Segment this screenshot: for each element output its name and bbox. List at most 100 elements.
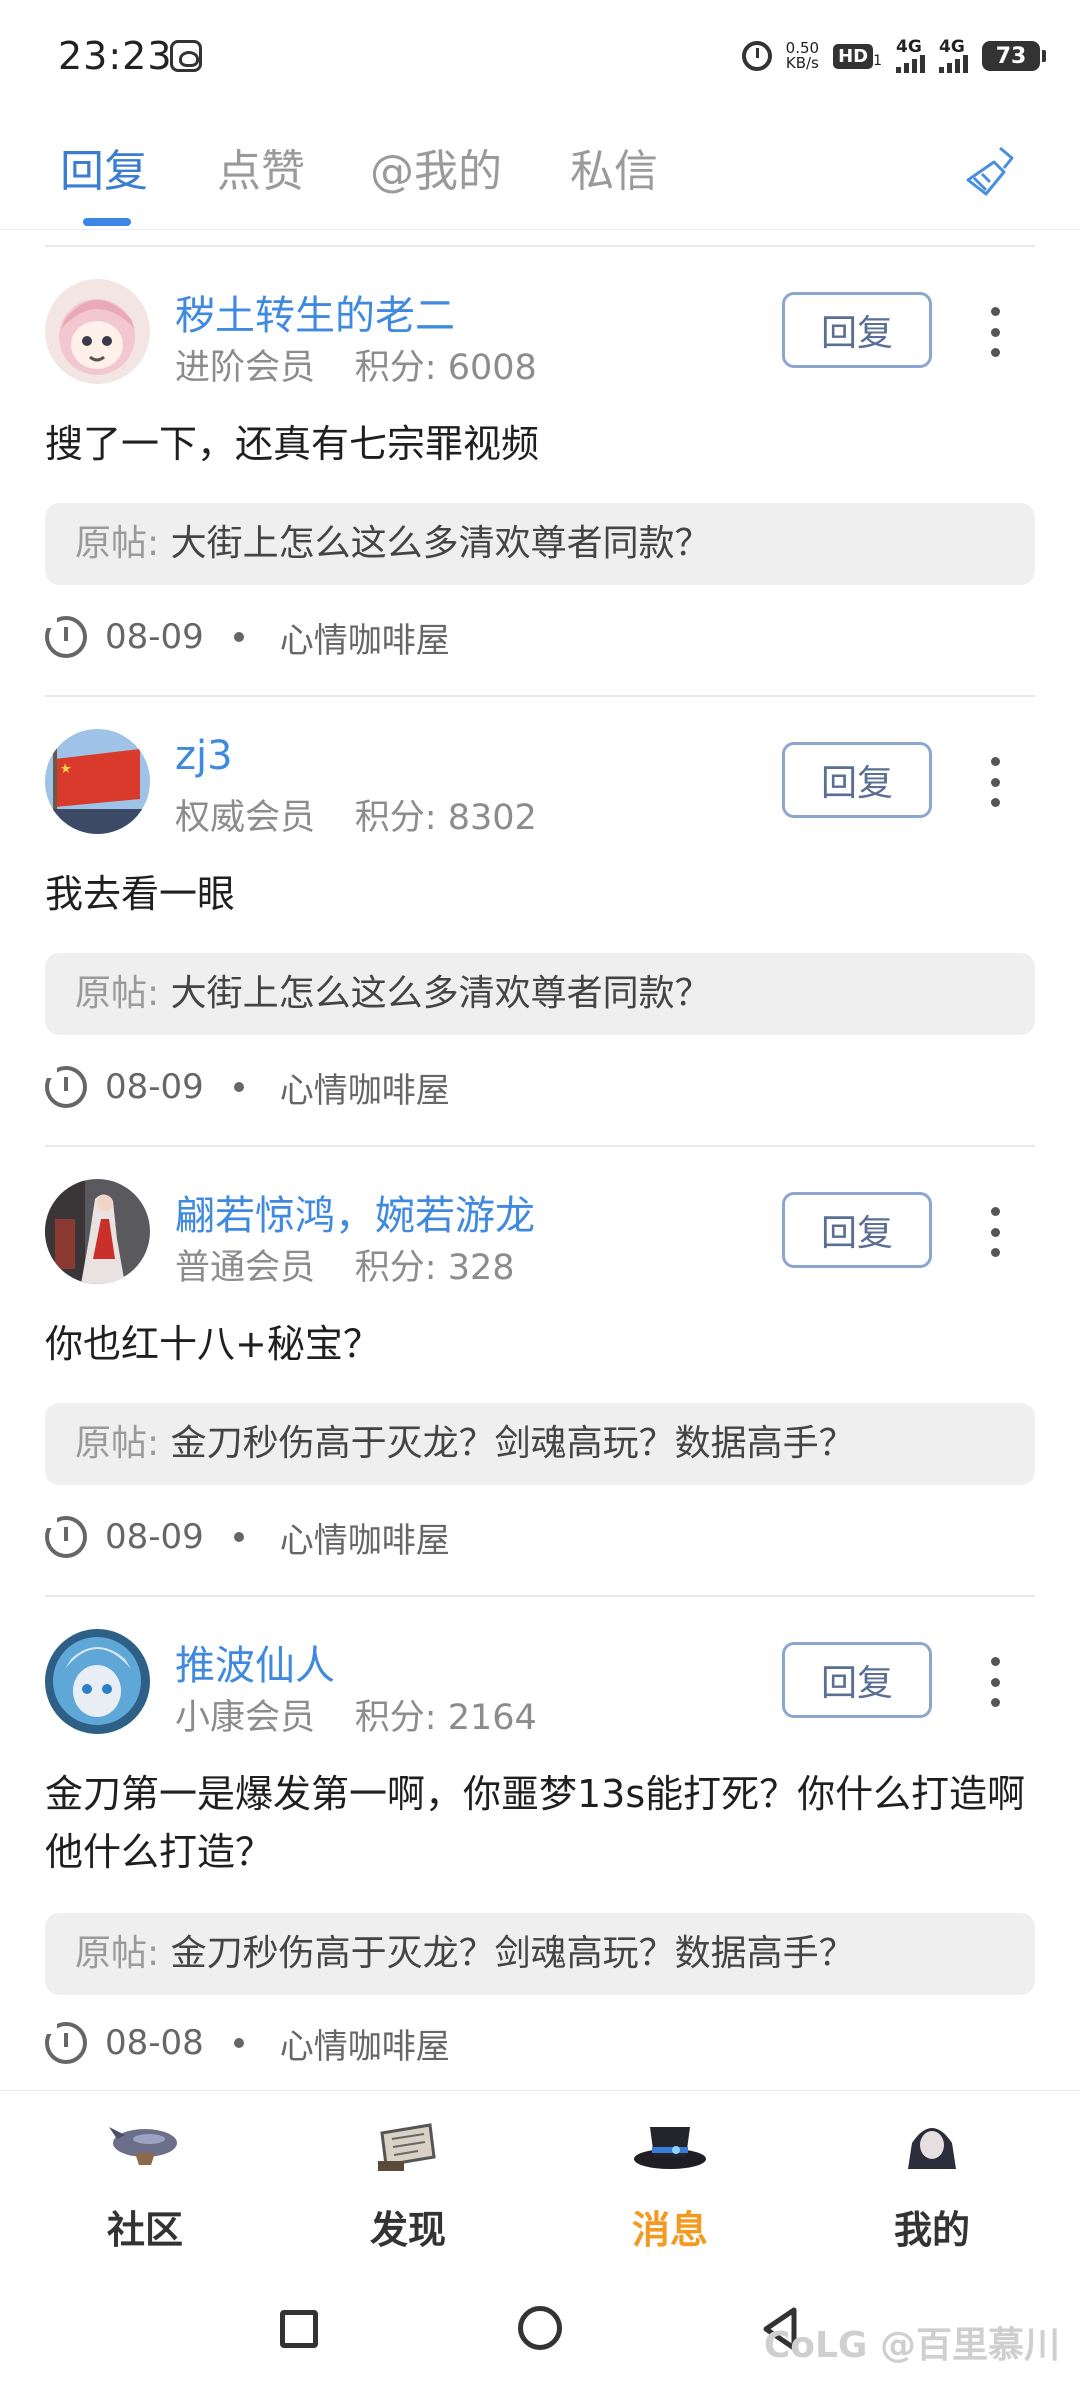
- board-name[interactable]: 心情咖啡屋: [280, 1513, 450, 1562]
- board-name[interactable]: 心情咖啡屋: [280, 613, 450, 662]
- reply-item[interactable]: 翩若惊鸿，婉若游龙 普通会员 积分: 328 回复 你也红十八+秘宝？ 原帖: …: [45, 1147, 1035, 1595]
- watermark: CoLG @百里慕川: [763, 2325, 1060, 2366]
- nav-label: 社区: [106, 2208, 183, 2252]
- username[interactable]: zj3: [175, 733, 233, 779]
- original-post-quote[interactable]: 原帖: 大街上怎么这么多清欢尊者同款？: [45, 503, 1035, 585]
- system-navigation-bar: CoLG @百里慕川: [0, 2280, 1080, 2400]
- score-label: 积分:: [354, 1248, 437, 1288]
- nav-label: 我的: [893, 2208, 970, 2252]
- score-value: 8302: [447, 798, 537, 838]
- board-name[interactable]: 心情咖啡屋: [280, 1063, 450, 1112]
- home-icon[interactable]: [518, 2306, 562, 2350]
- nav-discover[interactable]: 发现: [318, 2113, 498, 2254]
- avatar[interactable]: [45, 279, 150, 384]
- tab-likes[interactable]: 点赞: [217, 135, 305, 199]
- post-footer: 08-09 心情咖啡屋: [45, 1057, 450, 1117]
- clock-icon: [45, 616, 87, 658]
- user-meta: 权威会员 积分: 8302: [175, 789, 537, 840]
- clock-icon: [45, 1066, 87, 1108]
- reply-list: 秽土转生的老二 进阶会员 积分: 6008 回复 搜了一下，还真有七宗罪视频 原…: [45, 245, 1035, 2107]
- board-name[interactable]: 心情咖啡屋: [280, 2019, 450, 2068]
- scroll-icon: [378, 2123, 436, 2171]
- member-level: 小康会员: [175, 1698, 316, 1738]
- more-options-icon[interactable]: [988, 757, 1002, 807]
- status-time: 23:23: [58, 34, 173, 78]
- member-level: 权威会员: [175, 798, 316, 838]
- reply-item[interactable]: 推波仙人 小康会员 积分: 2164 回复 金刀第一是爆发第一啊，你噩梦13s能…: [45, 1597, 1035, 2107]
- more-options-icon[interactable]: [988, 307, 1002, 357]
- member-level: 普通会员: [175, 1248, 316, 1288]
- post-date: 08-09: [105, 1517, 204, 1557]
- quote-label: 原帖:: [75, 973, 160, 1014]
- post-date: 08-09: [105, 617, 204, 657]
- signal-bars-icon: [896, 55, 925, 73]
- user-meta: 小康会员 积分: 2164: [175, 1689, 537, 1740]
- quote-label: 原帖:: [75, 1423, 160, 1464]
- score-label: 积分:: [354, 1698, 437, 1738]
- quote-label: 原帖:: [75, 1933, 160, 1974]
- original-post-quote[interactable]: 原帖: 金刀秒伤高于灭龙？剑魂高玩？数据高手？: [45, 1403, 1035, 1485]
- quote-text: 大街上怎么这么多清欢尊者同款？: [170, 523, 711, 564]
- username[interactable]: 翩若惊鸿，婉若游龙: [175, 1183, 535, 1241]
- username[interactable]: 秽土转生的老二: [175, 283, 455, 341]
- airship-icon: [109, 2127, 177, 2165]
- separator-dot: [233, 632, 244, 642]
- network-speed-unit: KB/s: [785, 54, 819, 72]
- member-level: 进阶会员: [175, 348, 316, 388]
- separator-dot: [233, 1082, 244, 1092]
- user-meta: 进阶会员 积分: 6008: [175, 339, 537, 390]
- more-options-icon[interactable]: [988, 1657, 1002, 1707]
- network-speed: 0.50 KB/s: [786, 41, 819, 71]
- clock-icon: [45, 1516, 87, 1558]
- recent-apps-icon[interactable]: [280, 2310, 318, 2348]
- nav-label: 发现: [369, 2208, 446, 2252]
- quote-text: 金刀秒伤高于灭龙？剑魂高玩？数据高手？: [170, 1933, 855, 1974]
- reply-button[interactable]: 回复: [782, 1642, 932, 1718]
- signal-1-label: 4G: [896, 37, 922, 57]
- hd-indicator: HD 1: [833, 43, 882, 69]
- separator-dot: [233, 2038, 244, 2048]
- reply-content: 搜了一下，还真有七宗罪视频: [45, 422, 540, 466]
- quote-label: 原帖:: [75, 523, 160, 564]
- post-footer: 08-08 心情咖啡屋: [45, 2013, 450, 2073]
- reply-content: 金刀第一是爆发第一啊，你噩梦13s能打死？你什么打造啊他什么打造？: [45, 1772, 1026, 1874]
- nav-messages[interactable]: 消息: [580, 2113, 760, 2254]
- tab-reply[interactable]: 回复: [60, 135, 148, 199]
- tab-mentions[interactable]: @我的: [370, 135, 502, 199]
- reply-item[interactable]: 秽土转生的老二 进阶会员 积分: 6008 回复 搜了一下，还真有七宗罪视频 原…: [45, 247, 1035, 695]
- original-post-quote[interactable]: 原帖: 金刀秒伤高于灭龙？剑魂高玩？数据高手？: [45, 1913, 1035, 1995]
- clear-broom-icon[interactable]: [960, 142, 1020, 202]
- score-value: 6008: [447, 348, 537, 388]
- nav-label: 消息: [631, 2208, 708, 2252]
- post-footer: 08-09 心情咖啡屋: [45, 607, 450, 667]
- reply-button[interactable]: 回复: [782, 292, 932, 368]
- nav-profile[interactable]: 我的: [842, 2113, 1022, 2254]
- signal-2-label: 4G: [939, 37, 965, 57]
- nav-community[interactable]: 社区: [55, 2113, 235, 2254]
- score-label: 积分:: [354, 348, 437, 388]
- reply-button[interactable]: 回复: [782, 742, 932, 818]
- username[interactable]: 推波仙人: [175, 1633, 335, 1691]
- avatar[interactable]: [45, 729, 150, 834]
- signal-bars-icon: [939, 55, 968, 73]
- top-hat-icon: [634, 2127, 706, 2169]
- reply-item[interactable]: zj3 权威会员 积分: 8302 回复 我去看一眼 原帖: 大街上怎么这么多清…: [45, 697, 1035, 1145]
- battery-icon: 73: [982, 41, 1046, 71]
- post-date: 08-08: [105, 2023, 204, 2063]
- score-label: 积分:: [354, 798, 437, 838]
- bottom-navigation: 社区 发现 消息 我的: [0, 2090, 1080, 2280]
- avatar[interactable]: [45, 1179, 150, 1284]
- reply-button[interactable]: 回复: [782, 1192, 932, 1268]
- message-tabs: 回复 点赞 @我的 私信: [0, 120, 1080, 230]
- avatar[interactable]: [45, 1629, 150, 1734]
- character-avatar-icon: [908, 2128, 956, 2169]
- alarm-icon: [741, 41, 772, 71]
- active-tab-indicator: [83, 218, 131, 226]
- original-post-quote[interactable]: 原帖: 大街上怎么这么多清欢尊者同款？: [45, 953, 1035, 1035]
- reply-content: 我去看一眼: [45, 872, 236, 916]
- tab-private-messages[interactable]: 私信: [570, 135, 658, 199]
- more-options-icon[interactable]: [988, 1207, 1002, 1257]
- post-date: 08-09: [105, 1067, 204, 1107]
- score-value: 2164: [447, 1698, 537, 1738]
- app-notification-icon: [170, 40, 202, 72]
